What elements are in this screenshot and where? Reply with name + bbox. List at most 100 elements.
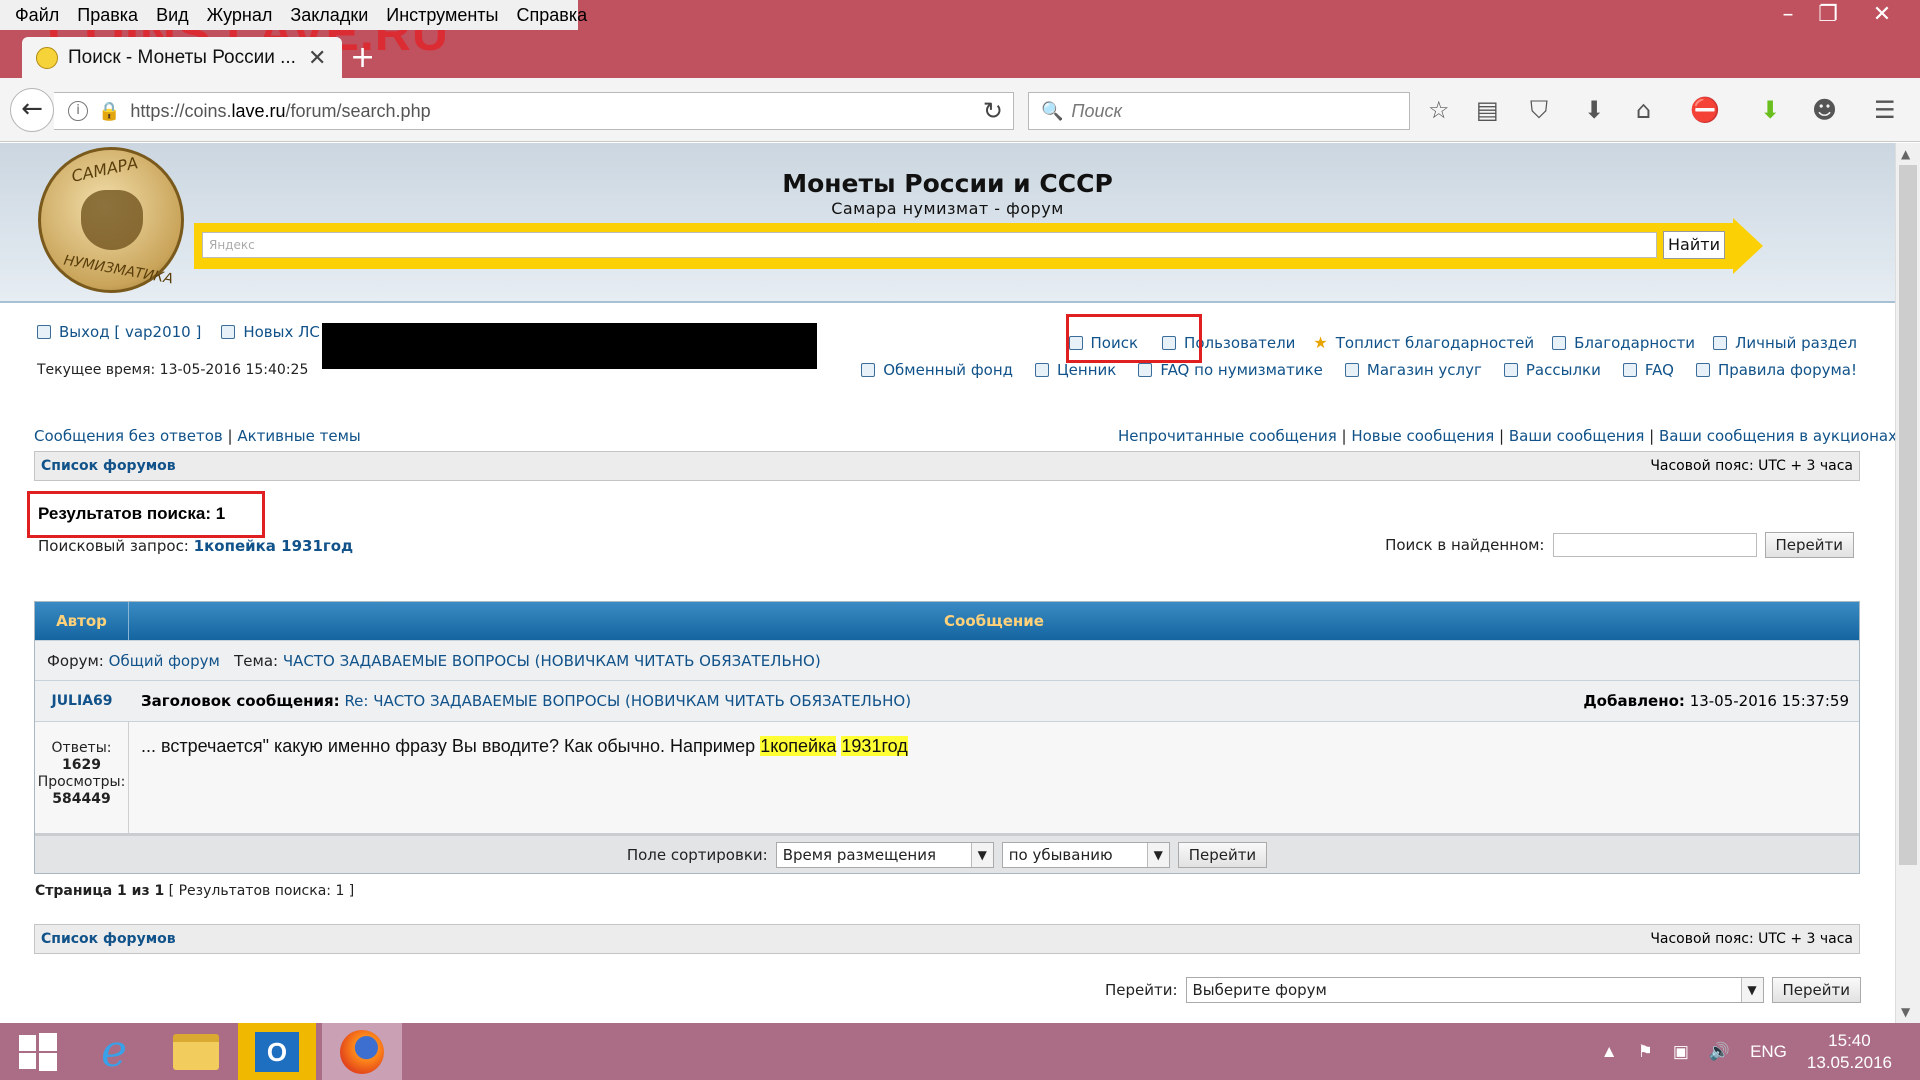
tab-close-icon[interactable]: ✕ (308, 46, 326, 71)
lock-icon: 🔒 (98, 100, 121, 122)
browser-search-placeholder: Поиск (1071, 100, 1122, 121)
menu-tools[interactable]: Инструменты (377, 5, 507, 26)
mailing-link[interactable]: Рассылки (1526, 361, 1601, 379)
forum-label: Форум: (47, 651, 104, 670)
your-posts-link[interactable]: Ваши сообщения (1509, 427, 1645, 445)
download-icon[interactable]: ⬇ (1584, 96, 1604, 124)
reader-list-icon[interactable]: ▤ (1476, 96, 1499, 124)
search-in-found-go-button[interactable]: Перейти (1764, 532, 1854, 558)
timezone-bottom: Часовой пояс: UTC + 3 часа (1650, 931, 1853, 947)
thanks-toplist-link[interactable]: Топлист благодарностей (1336, 334, 1534, 352)
your-auction-posts-link[interactable]: Ваши сообщения в аукционах (1659, 427, 1895, 445)
menu-view[interactable]: Вид (147, 5, 198, 26)
yandex-search-button[interactable]: Найти (1663, 231, 1725, 259)
sort-row: Поле сортировки: Время размещения ▼ по у… (35, 833, 1859, 873)
new-posts-link[interactable]: Новые сообщения (1351, 427, 1494, 445)
flag-icon[interactable]: ⚑ (1638, 1042, 1653, 1062)
system-tray: ▲ ⚑ ▣ 🔊 ENG 15:40 13.05.2016 (1601, 1023, 1920, 1080)
new-pm-link[interactable]: Новых ЛС (243, 323, 320, 341)
thanks-link[interactable]: Благодарности (1574, 334, 1695, 352)
forum-link[interactable]: Общий форум (109, 652, 220, 670)
yandex-search-input[interactable]: Яндекс (202, 232, 1657, 258)
minimize-button[interactable]: – (1768, 0, 1808, 30)
logo-text-bottom: НУМИЗМАТИКА (62, 252, 175, 288)
scroll-up-icon[interactable]: ▲ (1901, 147, 1910, 161)
forum-list-link[interactable]: Список форумов (41, 458, 176, 474)
col-author: Автор (35, 602, 129, 640)
shop-link[interactable]: Магазин услуг (1367, 361, 1482, 379)
rules-link[interactable]: Правила форума! (1718, 361, 1857, 379)
taskbar-firefox[interactable] (322, 1023, 402, 1080)
chat-icon[interactable]: ☻ (1812, 96, 1837, 124)
thanks-icon (1552, 335, 1567, 350)
browser-tab[interactable]: Поиск - Монеты России ... ✕ (22, 37, 342, 79)
green-download-icon[interactable]: ⬇ (1760, 96, 1780, 124)
site-title: Монеты России и СССР (782, 169, 1113, 198)
reload-icon[interactable]: ↻ (983, 97, 1003, 125)
menu-help[interactable]: Справка (508, 5, 597, 26)
query-link[interactable]: 1копейка 1931год (194, 537, 354, 555)
network-icon[interactable]: ▣ (1673, 1042, 1689, 1062)
faq-numismatics-icon (1138, 363, 1153, 377)
pocket-icon[interactable]: ⛉ (1530, 96, 1548, 124)
sort-direction-select[interactable]: по убыванию ▼ (1001, 841, 1170, 868)
url-bar[interactable]: i 🔒 https://coins.lave.ru/forum/search.p… (54, 92, 1014, 130)
faq-link[interactable]: FAQ (1645, 361, 1674, 379)
taskbar-ie[interactable]: e (76, 1023, 152, 1080)
jump-label: Перейти: (1104, 981, 1178, 999)
menu-file[interactable]: Файл (6, 5, 68, 26)
home-icon[interactable]: ⌂ (1636, 96, 1651, 124)
price-link[interactable]: Ценник (1057, 361, 1116, 379)
menu-bookmarks[interactable]: Закладки (281, 5, 377, 26)
adblock-icon[interactable]: ⛔ (1690, 96, 1720, 124)
clock[interactable]: 15:40 13.05.2016 (1807, 1030, 1892, 1074)
search-in-found-input[interactable] (1552, 533, 1757, 557)
maximize-button[interactable]: ❐ (1808, 0, 1848, 30)
user-links: Выход [ vap2010 ] Новых ЛС (37, 323, 320, 341)
breadcrumb: Список форумов Часовой пояс: UTC + 3 час… (34, 451, 1860, 481)
scroll-thumb[interactable] (1899, 165, 1917, 865)
back-button[interactable]: ← (10, 88, 54, 132)
tab-title: Поиск - Монеты России ... (68, 47, 296, 68)
menu-history[interactable]: Журнал (198, 5, 282, 26)
topic-link[interactable]: ЧАСТО ЗАДАВАЕМЫЕ ВОПРОСЫ (НОВИЧКАМ ЧИТАТ… (283, 652, 821, 670)
personal-section-link[interactable]: Личный раздел (1735, 334, 1857, 352)
close-window-button[interactable]: ✕ (1862, 0, 1902, 30)
jump-forum-select[interactable]: Выберите форум ▼ (1185, 977, 1764, 1003)
menu-edit[interactable]: Правка (68, 5, 147, 26)
hamburger-menu-icon[interactable]: ☰ (1874, 96, 1896, 124)
search-query-line: Поисковый запрос: 1копейка 1931год (38, 537, 353, 555)
new-tab-button[interactable]: + (350, 40, 375, 75)
url-text[interactable]: https://coins.lave.ru/forum/search.php (130, 101, 430, 122)
language-indicator[interactable]: ENG (1750, 1042, 1787, 1062)
tray-expand-icon[interactable]: ▲ (1601, 1042, 1618, 1062)
volume-icon[interactable]: 🔊 (1709, 1042, 1730, 1062)
info-icon[interactable]: i (68, 101, 88, 121)
unread-link[interactable]: Непрочитанные сообщения (1118, 427, 1337, 445)
sort-field-select[interactable]: Время размещения ▼ (775, 841, 994, 868)
quick-links-right: Непрочитанные сообщения | Новые сообщени… (1117, 427, 1895, 445)
unanswered-link[interactable]: Сообщения без ответов (34, 427, 223, 445)
post-snippet[interactable]: ... встречается" какую именно фразу Вы в… (129, 722, 1859, 833)
jump-go-button[interactable]: Перейти (1771, 977, 1861, 1003)
firefox-icon (340, 1029, 384, 1074)
taskbar-explorer[interactable] (158, 1023, 234, 1080)
pagination-results: [ Результатов поиска: 1 ] (168, 883, 355, 899)
page-scrollbar[interactable]: ▲ ▼ (1895, 143, 1920, 1023)
browser-search-box[interactable]: 🔍 Поиск (1028, 92, 1410, 130)
post-title-row: JULIA69 Заголовок сообщения: Re: ЧАСТО З… (35, 680, 1859, 721)
views-count: 584449 (52, 791, 111, 807)
active-topics-link[interactable]: Активные темы (237, 427, 360, 445)
subject-link[interactable]: Re: ЧАСТО ЗАДАВАЕМЫЕ ВОПРОСЫ (НОВИЧКАМ Ч… (344, 692, 911, 710)
logout-link[interactable]: Выход [ vap2010 ] (59, 323, 201, 341)
url-suffix: /forum/search.php (285, 100, 431, 121)
taskbar-outlook[interactable]: O (238, 1023, 316, 1080)
author-link[interactable]: JULIA69 (35, 693, 129, 709)
sort-go-button[interactable]: Перейти (1177, 841, 1268, 868)
exchange-fund-link[interactable]: Обменный фонд (883, 361, 1013, 379)
forum-list-link-bottom[interactable]: Список форумов (41, 931, 176, 947)
faq-numismatics-link[interactable]: FAQ по нумизматике (1160, 361, 1323, 379)
scroll-down-icon[interactable]: ▼ (1901, 1005, 1910, 1019)
start-button[interactable] (0, 1023, 76, 1080)
bookmark-star-icon[interactable]: ☆ (1428, 96, 1450, 124)
